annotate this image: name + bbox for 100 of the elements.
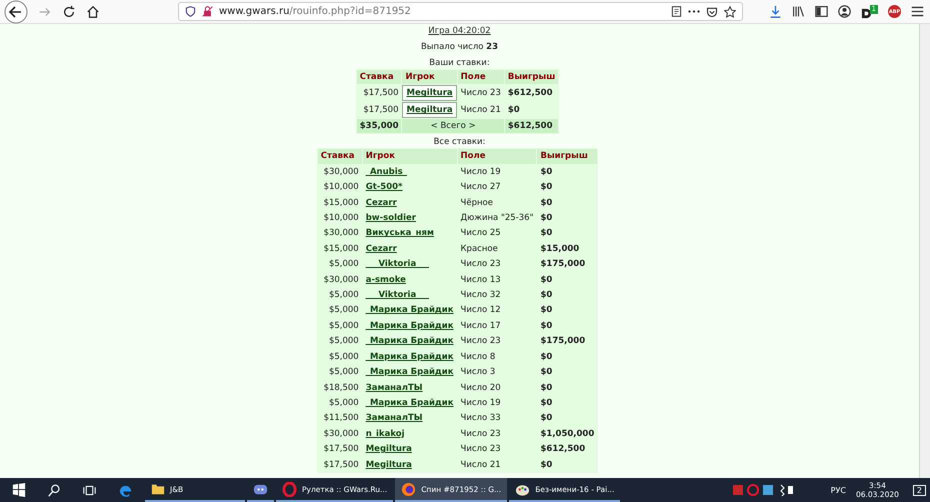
game-title-link[interactable]: Игра 04:20:02 xyxy=(428,25,491,37)
win-cell-text: $175,000 xyxy=(539,335,586,348)
field-cell-text: Число 32 xyxy=(460,289,502,302)
task-view-icon[interactable] xyxy=(83,484,96,496)
home-icon[interactable] xyxy=(86,4,100,18)
field-cell-text: Число 20 xyxy=(460,382,502,394)
shield-icon[interactable] xyxy=(185,6,196,17)
star-icon[interactable] xyxy=(724,6,736,18)
field-cell-text: Число 17 xyxy=(460,320,502,333)
menu-icon[interactable] xyxy=(911,5,924,18)
pocket-icon[interactable] xyxy=(706,6,718,18)
player-link[interactable]: _Марика Брайдик xyxy=(366,336,454,346)
win-cell-text: $0 xyxy=(539,227,554,240)
stake-cell-text: $11,500 xyxy=(322,412,360,426)
field-cell-text: Число 23 xyxy=(460,258,502,272)
win-cell-text: $612,500 xyxy=(506,87,554,100)
win-cell-text: $0 xyxy=(539,304,554,318)
stake-cell-text: $17,500 xyxy=(322,458,360,472)
insecure-lock-icon[interactable] xyxy=(202,6,213,17)
result-text: Выпало число 23 xyxy=(420,42,498,53)
win-cell-text: $0 xyxy=(506,104,521,118)
stake-cell-text: $5,000 xyxy=(328,366,360,380)
player-link[interactable]: a-smoke xyxy=(366,274,406,285)
player-link[interactable]: _Марика Брайдик xyxy=(366,305,454,316)
sidebar-icon[interactable] xyxy=(814,5,828,18)
start-icon[interactable] xyxy=(12,483,26,497)
player-link[interactable]: _Марика Брайдик xyxy=(366,398,454,408)
player-link[interactable]: _Марика Брайдик xyxy=(366,352,454,362)
win-cell-text: $15,000 xyxy=(539,242,580,256)
player-link[interactable]: Викуська_ням xyxy=(366,228,434,238)
field-cell-text: Число 25 xyxy=(460,227,502,240)
stake-cell-text: $10,000 xyxy=(322,181,360,194)
column-header: Выигрыш xyxy=(537,149,598,164)
url-text: www.gwars.ru/rouinfo.php?id=871952 xyxy=(219,6,411,17)
reload-icon[interactable] xyxy=(62,4,76,18)
win-cell-text: $0 xyxy=(539,181,554,194)
player-link[interactable]: Megiltura xyxy=(366,460,412,470)
total-label: < Всего > xyxy=(402,119,504,134)
library-icon[interactable] xyxy=(792,5,805,18)
extension-icon[interactable] xyxy=(860,8,872,18)
field-cell-text: Число 3 xyxy=(460,366,496,380)
address-bar[interactable]: www.gwars.ru/rouinfo.php?id=871952 xyxy=(178,2,743,21)
player-link[interactable]: ___Viktoria___ xyxy=(366,290,429,300)
win-cell-text: $0 xyxy=(539,366,554,380)
player-link[interactable]: _Anubis_ xyxy=(366,166,407,177)
back-icon[interactable] xyxy=(4,0,28,24)
field-cell-text: Число 23 xyxy=(460,335,502,348)
win-cell-text: $0 xyxy=(539,412,554,426)
column-header: Выигрыш xyxy=(504,70,558,84)
all-bets-caption: Все ставки: xyxy=(434,137,486,148)
field-cell-text: Чёрное xyxy=(460,196,494,210)
player-link[interactable]: _Марика Брайдик xyxy=(366,367,454,378)
player-link[interactable]: bw-soldier xyxy=(366,213,416,224)
win-cell-text: $175,000 xyxy=(539,258,586,272)
field-cell-text: Число 33 xyxy=(460,412,502,426)
player-link[interactable]: ЗаманалТЫ xyxy=(366,413,423,424)
win-cell-text: $0 xyxy=(539,289,554,302)
more-icon[interactable] xyxy=(688,9,700,14)
player-link[interactable]: Cezarr xyxy=(366,198,397,208)
field-cell-text: Число 13 xyxy=(460,274,502,287)
win-cell-text: $0 xyxy=(539,196,554,210)
player-link[interactable]: ___Viktoria___ xyxy=(366,259,429,270)
player-link[interactable]: _Марика Брайдик xyxy=(366,320,454,331)
stake-cell-text: $30,000 xyxy=(322,227,360,240)
search-icon[interactable] xyxy=(48,484,61,496)
field-cell-text: Число 23 xyxy=(460,443,502,456)
stake-cell-text: $18,500 xyxy=(322,382,360,394)
stake-cell-text: $5,000 xyxy=(328,304,360,318)
field-cell-text: Число 23 xyxy=(460,87,502,100)
column-header: Ставка xyxy=(318,149,362,164)
reader-view-icon[interactable] xyxy=(671,6,682,17)
win-cell-text: $1,050,000 xyxy=(539,428,596,441)
stake-cell-text: $5,000 xyxy=(328,320,360,333)
stake-cell-text: $30,000 xyxy=(322,166,360,179)
field-cell-text: Дюжина "25-36" xyxy=(460,212,534,226)
stake-cell-text: $15,000 xyxy=(322,196,360,210)
player-link[interactable]: Megiltura xyxy=(366,444,412,454)
player-link[interactable]: n_ikakoj xyxy=(366,428,404,439)
field-cell-text: Число 19 xyxy=(460,166,502,179)
language-indicator[interactable]: РУС xyxy=(830,486,846,494)
field-cell-text: Число 12 xyxy=(460,304,502,318)
notification-button[interactable]: 2 xyxy=(912,484,926,496)
account-icon[interactable] xyxy=(838,5,851,18)
stake-cell-text: $5,000 xyxy=(328,350,360,364)
player-link[interactable]: Cezarr xyxy=(366,244,397,254)
field-cell-text: Число 23 xyxy=(460,428,502,441)
stake-cell-text: $15,000 xyxy=(322,242,360,256)
win-cell-text: $0 xyxy=(539,350,554,364)
stake-cell-text: $17,500 xyxy=(362,87,400,100)
scrollbar[interactable] xyxy=(919,24,930,478)
field-cell-text: Число 27 xyxy=(460,181,502,194)
opera-icon xyxy=(282,482,297,496)
download-icon[interactable] xyxy=(768,5,782,18)
stake-cell-text: $30,000 xyxy=(322,274,360,287)
player-link[interactable]: ЗаманалТЫ xyxy=(366,382,423,392)
column-header: Игрок xyxy=(362,149,457,164)
player-link[interactable]: Gt-500* xyxy=(366,182,402,192)
field-cell-text: Красное xyxy=(460,242,499,256)
stake-cell-text: $5,000 xyxy=(328,335,360,348)
field-cell-text: Число 19 xyxy=(460,396,502,410)
